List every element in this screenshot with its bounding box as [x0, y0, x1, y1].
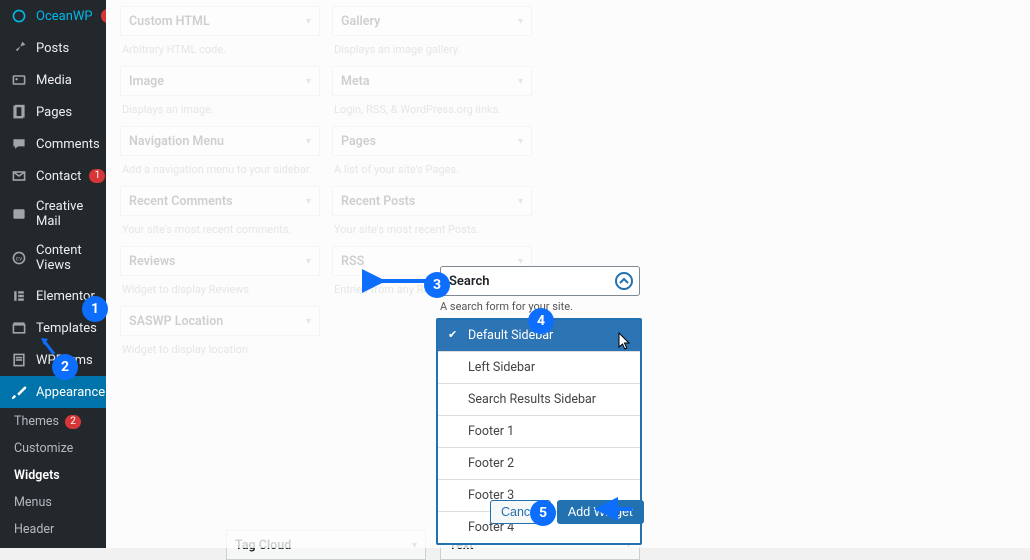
sidebar-item-appearance[interactable]: Appearance	[0, 376, 106, 408]
collapse-toggle-icon[interactable]	[615, 272, 633, 290]
sidebar-item-media[interactable]: Media	[0, 64, 106, 96]
brush-icon	[10, 383, 28, 401]
wpforms-icon	[10, 351, 28, 369]
sidebar-sub-label: Customize	[14, 441, 73, 456]
widget-title: Search	[449, 274, 490, 289]
sidebar-sub-widgets[interactable]: Widgets	[0, 462, 106, 489]
annotation-arrow-3	[376, 275, 426, 291]
count-badge: 2	[65, 415, 81, 429]
mouse-cursor	[618, 332, 632, 354]
sidebar-item-creative-mail[interactable]: Creative Mail	[0, 192, 106, 236]
mail-icon	[10, 167, 28, 185]
sidebar-item-label: Content Views	[36, 243, 98, 273]
sidebar-item-label: Media	[36, 73, 72, 88]
comment-icon	[10, 135, 28, 153]
cv-icon: cv	[10, 249, 28, 267]
elementor-icon	[10, 287, 28, 305]
sidebar-item-content-views[interactable]: cv Content Views	[0, 236, 106, 280]
sidebar-sub-label: Menus	[14, 495, 52, 510]
sidebar-item-contact[interactable]: Contact 1	[0, 160, 106, 192]
annotation-badge-2: 2	[52, 354, 78, 380]
sidebar-item-oceanwp[interactable]: OceanWP 2	[0, 0, 106, 32]
sidebar-item-label: Appearance	[36, 385, 105, 400]
pages-icon	[10, 103, 28, 121]
sidebar-sub-header[interactable]: Header	[0, 516, 106, 543]
count-badge: 2	[101, 9, 106, 23]
admin-sidebar: OceanWP 2 Posts Media Pages Comments6 Contact 1…	[0, 0, 106, 548]
sidebar-area-option-footer-2[interactable]: Footer 2	[438, 448, 640, 480]
sidebar-sub-customize[interactable]: Customize	[0, 435, 106, 462]
cm-icon	[10, 205, 28, 223]
sidebar-item-label: Comments	[36, 137, 100, 152]
sidebar-item-posts[interactable]: Posts	[0, 32, 106, 64]
annotation-arrow-5	[592, 503, 632, 519]
sidebar-sub-label: Themes	[14, 414, 59, 429]
sidebar-area-option-footer-1[interactable]: Footer 1	[438, 416, 640, 448]
sidebar-area-option-search-results-sidebar[interactable]: Search Results Sidebar	[438, 384, 640, 416]
sidebar-item-label: Posts	[36, 41, 69, 56]
widget-box-search[interactable]: Search	[440, 266, 640, 296]
sidebar-sub-install-plugins[interactable]: Install Plugins	[0, 543, 106, 548]
sidebar-item-comments[interactable]: Comments6	[0, 128, 106, 160]
count-badge: 1	[89, 169, 105, 183]
pin-icon	[10, 39, 28, 57]
sidebar-sub-label: Header	[14, 522, 54, 537]
templates-icon	[10, 319, 28, 337]
circle-o-icon	[10, 7, 28, 25]
svg-text:cv: cv	[16, 254, 22, 262]
sidebar-sub-menus[interactable]: Menus	[0, 489, 106, 516]
sidebar-area-option-left-sidebar[interactable]: Left Sidebar	[438, 352, 640, 384]
sidebar-item-label: Creative Mail	[36, 199, 98, 229]
sidebar-item-label: Templates	[36, 321, 97, 336]
widget-desc: A search form for your site.	[440, 300, 573, 313]
annotation-badge-3: 3	[424, 272, 450, 298]
annotation-badge-1: 1	[82, 296, 108, 322]
sidebar-item-label: Contact	[36, 169, 81, 184]
annotation-badge-5: 5	[530, 500, 556, 526]
annotation-badge-4: 4	[528, 308, 554, 334]
media-icon	[10, 71, 28, 89]
sidebar-item-label: Pages	[36, 105, 72, 120]
sidebar-item-pages[interactable]: Pages	[0, 96, 106, 128]
sidebar-sub-label: Widgets	[14, 468, 60, 483]
sidebar-item-label: OceanWP	[36, 9, 93, 24]
sidebar-sub-themes[interactable]: Themes 2	[0, 408, 106, 435]
